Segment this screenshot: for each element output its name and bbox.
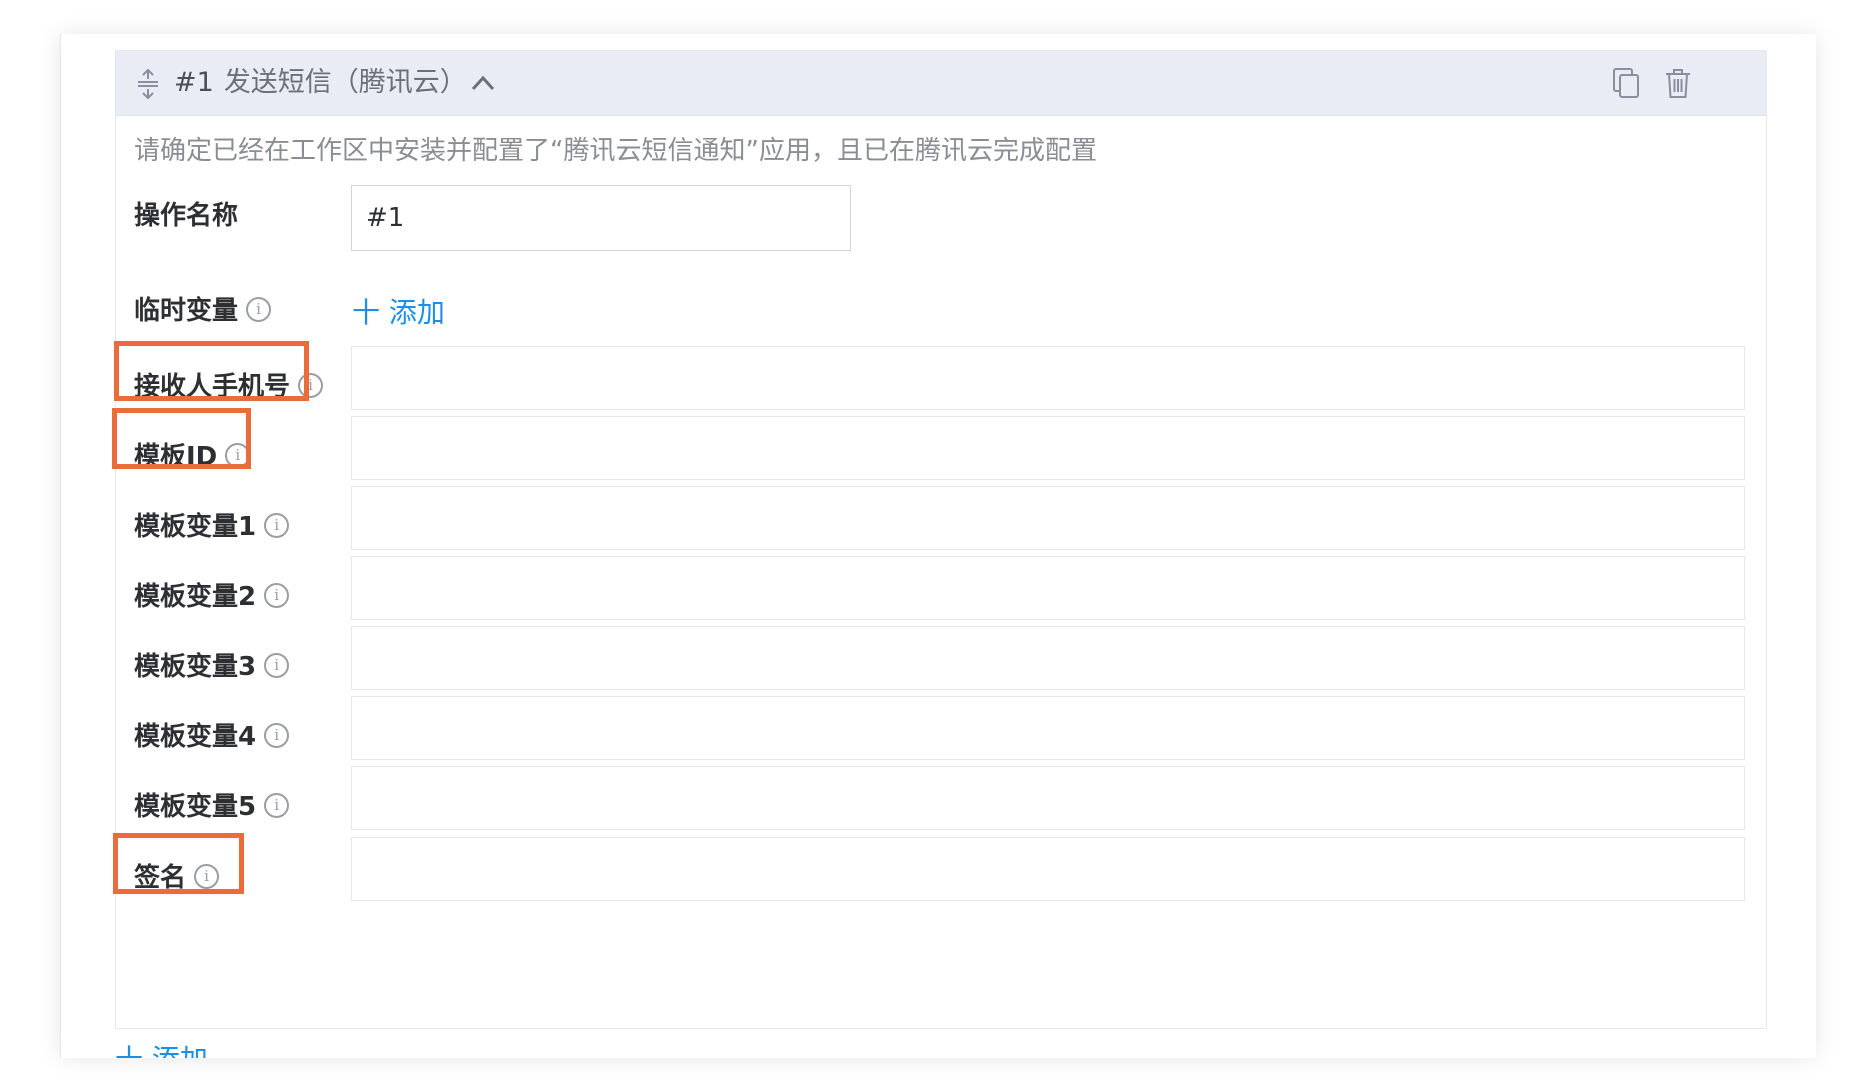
template-id-input[interactable] xyxy=(351,416,1745,480)
signature-input[interactable] xyxy=(351,837,1745,901)
operation-name-input[interactable] xyxy=(351,185,851,251)
receiver-phone-input[interactable] xyxy=(351,346,1745,410)
field-label-template-var-5: 模板变量5 i xyxy=(134,789,290,825)
info-icon[interactable]: i xyxy=(264,653,290,678)
info-icon[interactable]: i xyxy=(264,793,290,818)
info-icon[interactable]: i xyxy=(264,723,290,748)
field-label-text: 模板变量5 xyxy=(134,792,257,822)
template-var-1-input[interactable] xyxy=(351,486,1745,550)
temp-vars-label: 临时变量 i xyxy=(134,293,272,329)
add-action-button[interactable]: 十 添加 xyxy=(115,1042,208,1058)
action-index: #1 xyxy=(174,67,214,98)
action-title: #1 发送短信（腾讯云） xyxy=(174,65,467,101)
field-label-text: 模板变量4 xyxy=(134,722,257,752)
operation-name-label: 操作名称 xyxy=(134,201,239,231)
field-label-template-var-2: 模板变量2 i xyxy=(134,579,290,615)
field-label-template-var-3: 模板变量3 i xyxy=(134,649,290,685)
action-block: #1 发送短信（腾讯云） 请确定已经在工作区中安装并配置了“腾讯云短信通知”应用，… xyxy=(112,50,1767,1029)
highlight-receiver-phone xyxy=(114,341,309,401)
info-icon[interactable]: i xyxy=(246,297,272,322)
field-label-text: 模板变量1 xyxy=(134,512,257,542)
drag-handle-icon[interactable] xyxy=(136,69,160,99)
highlight-template-id xyxy=(112,408,251,469)
highlight-signature xyxy=(113,833,244,894)
info-icon[interactable]: i xyxy=(264,513,290,538)
temp-vars-label-text: 临时变量 xyxy=(134,296,239,326)
info-icon[interactable]: i xyxy=(264,583,290,608)
field-label-template-var-4: 模板变量4 i xyxy=(134,719,290,755)
field-label-text: 模板变量2 xyxy=(134,582,257,612)
field-label-text: 模板变量3 xyxy=(134,652,257,682)
trash-icon[interactable] xyxy=(1663,67,1693,99)
action-header[interactable]: #1 发送短信（腾讯云） xyxy=(116,51,1766,116)
template-var-4-input[interactable] xyxy=(351,696,1745,760)
panel-divider xyxy=(60,34,61,1058)
chevron-up-icon[interactable] xyxy=(470,73,496,93)
action-title-text: 发送短信（腾讯云） xyxy=(223,67,467,98)
template-var-3-input[interactable] xyxy=(351,626,1745,690)
add-temp-var-button[interactable]: 十 添加 xyxy=(352,295,445,331)
workflow-panel: #1 发送短信（腾讯云） 请确定已经在工作区中安装并配置了“腾讯云短信通知”应用，… xyxy=(60,34,1816,1058)
copy-icon[interactable] xyxy=(1611,67,1641,99)
field-label-template-var-1: 模板变量1 i xyxy=(134,509,290,545)
template-var-2-input[interactable] xyxy=(351,556,1745,620)
config-notice: 请确定已经在工作区中安装并配置了“腾讯云短信通知”应用，且已在腾讯云完成配置 xyxy=(134,136,1097,166)
template-var-5-input[interactable] xyxy=(351,766,1745,830)
